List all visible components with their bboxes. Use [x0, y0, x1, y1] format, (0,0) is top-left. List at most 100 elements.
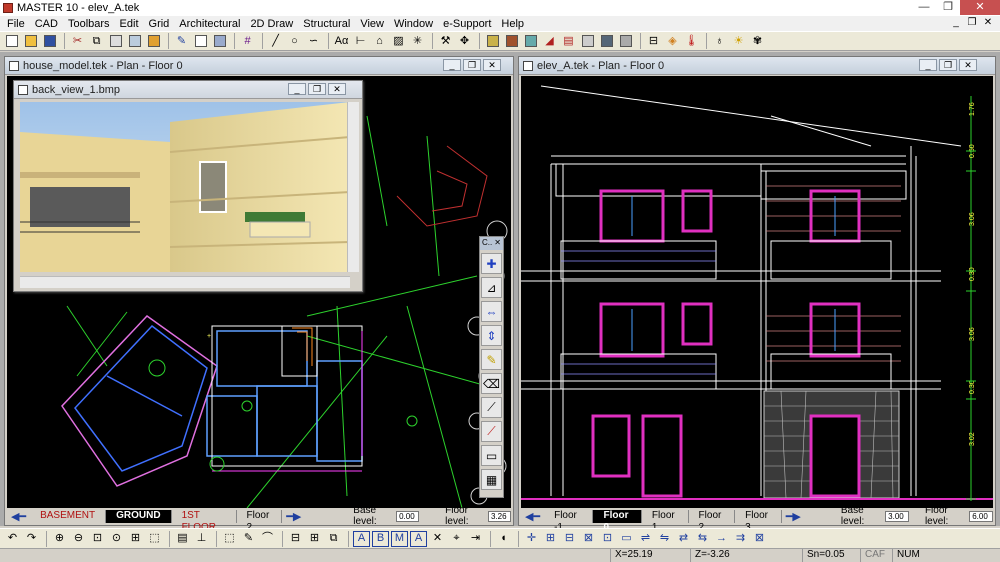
copy-object-icon[interactable]: ⧉ — [325, 531, 342, 547]
floor-tab-ground[interactable]: GROUND — [106, 509, 172, 523]
floor-level-input[interactable]: 6.00 — [969, 510, 993, 522]
extend-icon[interactable]: ⇥ — [467, 531, 484, 547]
eraser-icon[interactable]: ⌫ — [481, 373, 502, 394]
dim-arrow-icon[interactable]: → — [713, 531, 730, 547]
menu-e-support[interactable]: e-Support — [438, 18, 496, 30]
print-icon[interactable] — [107, 33, 124, 49]
snap-icon[interactable]: ✳ — [409, 33, 426, 49]
dimension-icon[interactable]: ⊢ — [352, 33, 369, 49]
pencil-icon[interactable]: ✎ — [481, 349, 502, 370]
zoom-all-icon[interactable]: ⬚ — [146, 531, 163, 547]
text-a2-icon[interactable]: A — [410, 530, 427, 547]
elevation-canvas[interactable]: 1.76 0.50 3.06 0.30 3.06 0.30 3.02 — [521, 76, 993, 508]
redo-icon[interactable]: ↷ — [23, 531, 40, 547]
wall-icon[interactable] — [484, 33, 501, 49]
elevation-close-icon[interactable]: ✕ — [959, 59, 977, 71]
curve-icon[interactable]: ∽ — [305, 33, 322, 49]
dim-angle-icon[interactable]: ⊠ — [580, 531, 597, 547]
delete-icon[interactable]: ✕ — [429, 531, 446, 547]
mdi-minimize-icon[interactable]: _ — [948, 16, 964, 30]
dim-baseline-icon[interactable]: ⇋ — [656, 531, 673, 547]
plan-minimize-icon[interactable]: _ — [443, 59, 461, 71]
plan-close-icon[interactable]: ✕ — [483, 59, 501, 71]
menu-2d-draw[interactable]: 2D Draw — [245, 18, 298, 30]
layers-icon[interactable] — [211, 33, 228, 49]
floor-level-input[interactable]: 3.26 — [487, 510, 511, 522]
symbol-icon[interactable]: ⌂ — [371, 33, 388, 49]
roof-icon[interactable]: ◢ — [541, 33, 558, 49]
door-icon[interactable] — [503, 33, 520, 49]
render-minimize-icon[interactable]: _ — [288, 83, 306, 95]
tools-icon[interactable]: ⚒ — [437, 33, 454, 49]
dim-diameter-icon[interactable]: ▭ — [618, 531, 635, 547]
ortho-icon[interactable]: ⊥ — [193, 531, 210, 547]
floor-next-arrow-icon[interactable]: ━▶ — [782, 510, 805, 523]
render-restore-icon[interactable]: ❐ — [308, 83, 326, 95]
copy-icon[interactable]: ⧉ — [88, 33, 105, 49]
table-icon[interactable]: ▦ — [481, 469, 502, 490]
text-b-icon[interactable]: B — [372, 530, 389, 547]
color-picker-icon[interactable]: ⟋ — [481, 421, 502, 442]
menu-help[interactable]: Help — [496, 18, 529, 30]
floor-tab-floor-1[interactable]: Floor 1 — [642, 509, 689, 533]
menu-edit[interactable]: Edit — [115, 18, 144, 30]
plan-window-titlebar[interactable]: house_model.tek - Plan - Floor 0 _ ❐ ✕ — [5, 57, 513, 75]
offset-icon[interactable]: ⇕ — [481, 325, 502, 346]
light-icon[interactable]: ♁ — [711, 33, 728, 49]
text-icon[interactable]: Aα — [333, 33, 350, 49]
base-level-input[interactable]: 0.00 — [396, 510, 420, 522]
frame-icon[interactable]: ▭ — [481, 445, 502, 466]
render-horizontal-scrollbar[interactable] — [20, 276, 350, 288]
slab-icon[interactable] — [579, 33, 596, 49]
menu-toolbars[interactable]: Toolbars — [63, 18, 115, 30]
dim-linear-icon[interactable]: ⊞ — [542, 531, 559, 547]
palette-close-icon[interactable]: ✕ — [494, 237, 501, 250]
restore-icon[interactable]: ❐ — [936, 0, 960, 15]
open-folder-icon[interactable] — [22, 33, 39, 49]
render-vertical-scrollbar[interactable] — [347, 102, 359, 272]
column-icon[interactable] — [598, 33, 615, 49]
menu-architectural[interactable]: Architectural — [174, 18, 245, 30]
beam-icon[interactable] — [617, 33, 634, 49]
new-file-icon[interactable] — [3, 33, 20, 49]
floor-tab-basement[interactable]: BASEMENT — [30, 509, 107, 523]
move-icon[interactable]: ✥ — [456, 33, 473, 49]
text-a-icon[interactable]: A — [353, 530, 370, 547]
properties-icon[interactable]: ⊟ — [287, 531, 304, 547]
floor-next-arrow-icon[interactable]: ━▶ — [282, 510, 305, 523]
properties-icon[interactable] — [192, 33, 209, 49]
close-icon[interactable]: ✕ — [960, 0, 1000, 15]
menu-file[interactable]: File — [2, 18, 30, 30]
stretch-icon[interactable]: ⊿ — [481, 277, 502, 298]
window-tool-icon[interactable] — [522, 33, 539, 49]
stairs-icon[interactable]: ▤ — [560, 33, 577, 49]
measure-icon[interactable]: ⌒ — [259, 531, 276, 547]
zoom-extents-icon[interactable]: ⊞ — [127, 531, 144, 547]
dim-radius-icon[interactable]: ⊡ — [599, 531, 616, 547]
layer-manager-icon[interactable]: ⊞ — [306, 531, 323, 547]
menu-view[interactable]: View — [355, 18, 389, 30]
circle-icon[interactable]: ○ — [286, 33, 303, 49]
export-icon[interactable] — [145, 33, 162, 49]
print-preview-icon[interactable] — [126, 33, 143, 49]
menu-window[interactable]: Window — [389, 18, 438, 30]
dim-chain-icon[interactable]: ⇌ — [637, 531, 654, 547]
line-icon[interactable]: ╱ — [267, 33, 284, 49]
palette-header[interactable]: C.. ✕ — [480, 237, 503, 250]
floor-tab-floor-3[interactable]: Floor 3 — [735, 509, 782, 533]
snap-grid-icon[interactable]: ▤ — [174, 531, 191, 547]
floor-tab-floor-2[interactable]: Floor 2 — [689, 509, 736, 533]
base-level-input[interactable]: 3.00 — [885, 510, 909, 522]
trim-icon[interactable]: ⌖ — [448, 531, 465, 547]
grid-icon[interactable]: # — [239, 33, 256, 49]
floor-tab-floor-0[interactable]: Floor 0 — [593, 509, 642, 533]
insert-column-icon[interactable]: ✚ — [481, 253, 502, 274]
dim-style-icon[interactable]: ⊠ — [751, 531, 768, 547]
cut-icon[interactable]: ✂ — [69, 33, 86, 49]
render-window-titlebar[interactable]: back_view_1.bmp _ ❐ ✕ — [14, 81, 362, 99]
sun-icon[interactable]: ☀ — [730, 33, 747, 49]
floor-prev-arrow-icon[interactable]: ◀━ — [7, 510, 30, 523]
section-icon[interactable]: ⊟ — [645, 33, 662, 49]
undo-icon[interactable]: ↶ — [4, 531, 21, 547]
save-icon[interactable] — [41, 33, 58, 49]
